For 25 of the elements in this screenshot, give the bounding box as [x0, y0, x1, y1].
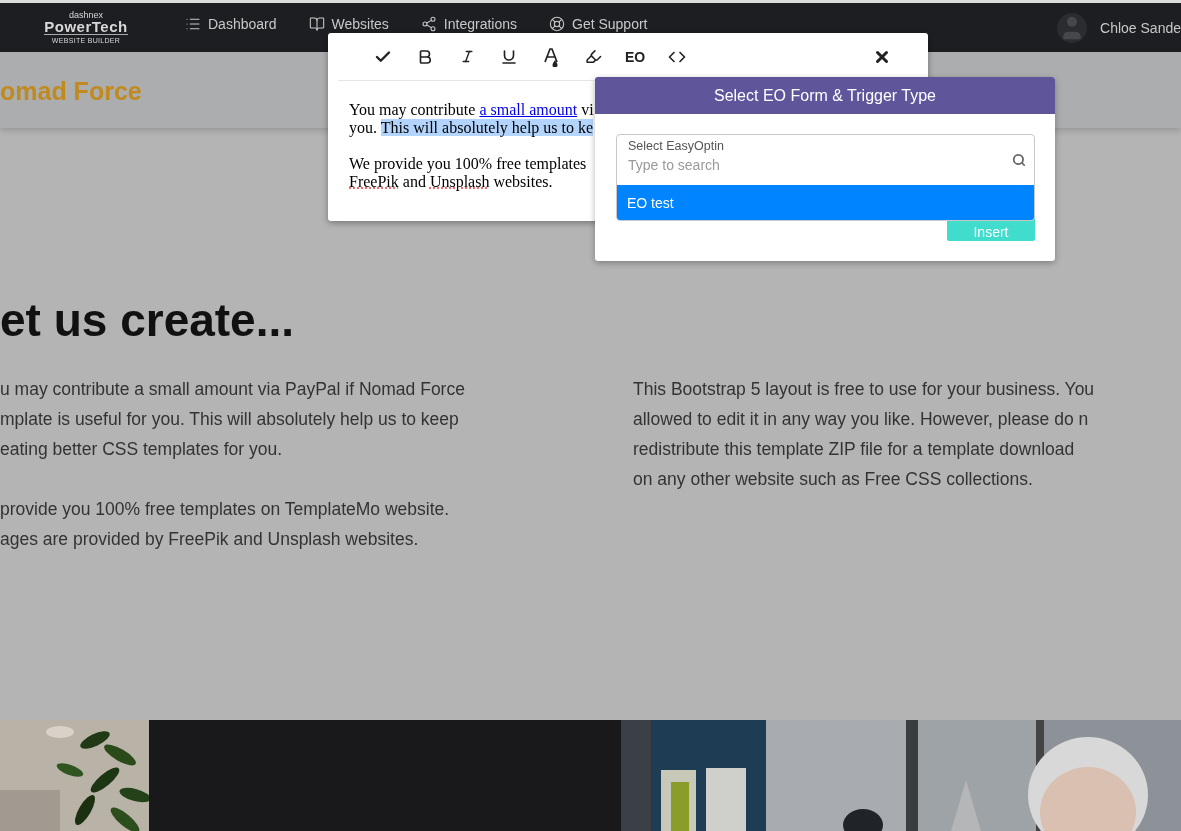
highlighter-icon: [584, 48, 602, 65]
underline-icon: [500, 47, 518, 66]
paragraph: u may contribute a small amount via PayPal if Nomad Force mplate is useful for you. This will absolutely help us to keep eating better CSS templates for you.: [0, 378, 466, 462]
paragraph: provide you 100% free templates on TemplateMo website. ages are provided by FreePik and Unsplash websites.: [0, 498, 451, 552]
eo-button[interactable]: EO: [614, 41, 656, 72]
book-icon: [308, 15, 325, 32]
nav-link[interactable]: Get Support: [549, 15, 648, 32]
italic-icon: [459, 49, 475, 64]
editor-paragraph: We provide you 100% free templates FreePik and Unsplash websites.: [349, 155, 587, 191]
dropdown-option[interactable]: EO test: [617, 185, 1034, 220]
nav-link[interactable]: Integrations: [420, 15, 517, 32]
modal-title: Select EO Form & Trigger Type: [595, 77, 1055, 114]
paragraph: This Bootstrap 5 layout is free to use for your business. You allowed to edit it in any way you like. However, please do n redistribute this template ZIP file for a template download on any other website such as Free CSS collections.: [633, 378, 1096, 492]
search-icon: [1012, 153, 1026, 167]
lifebuoy-icon: [549, 15, 565, 32]
share-icon: [420, 15, 437, 32]
search-select[interactable]: Select EasyOptin Type to search EO test: [616, 134, 1035, 221]
font-color-icon: [543, 46, 559, 67]
section-heading: et us create...: [0, 293, 296, 348]
user-name[interactable]: Chloe Sande: [1100, 19, 1181, 36]
nav-link[interactable]: Websites: [308, 15, 389, 32]
nav-link[interactable]: Dashboard: [185, 15, 277, 32]
editor-paragraph: You may contribute a small amount vi you. This will absolutely help us to ke: [349, 101, 594, 137]
brand-name: omad Force: [0, 76, 142, 106]
text-link[interactable]: a small amount: [479, 101, 578, 118]
